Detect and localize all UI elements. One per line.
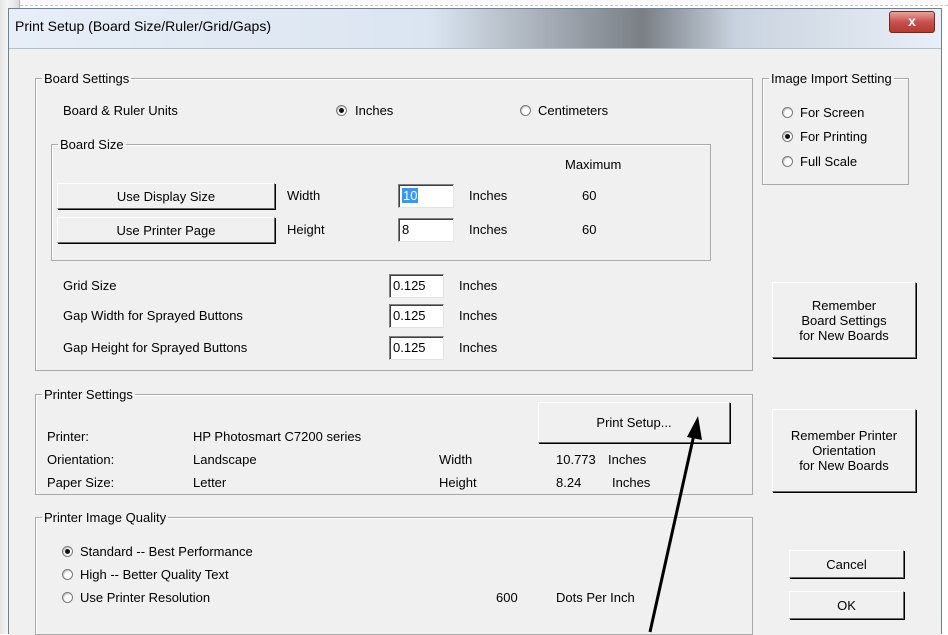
import-for-printing-label[interactable]: For Printing [800, 129, 867, 144]
orientation-value: Landscape [193, 452, 257, 467]
paper-size-label: Paper Size: [47, 475, 115, 490]
image-import-legend: Image Import Setting [771, 71, 892, 86]
width-max: 60 [582, 188, 597, 203]
grid-size-label: Grid Size [63, 278, 117, 293]
dpi-value: 600 [496, 590, 518, 605]
paper-size-value: Letter [193, 475, 227, 490]
paper-width-value: 10.773 [556, 452, 596, 467]
import-for-screen-radio[interactable] [782, 107, 793, 118]
quality-standard-label[interactable]: Standard -- Best Performance [80, 544, 253, 559]
paper-width-label: Width [439, 452, 473, 467]
height-unit: Inches [469, 222, 508, 237]
width-label: Width [287, 188, 321, 203]
board-width-input[interactable]: 10 [398, 184, 454, 208]
height-max: 60 [582, 222, 597, 237]
ok-button[interactable]: OK [789, 591, 904, 619]
orientation-label: Orientation: [47, 452, 115, 467]
unit-centimeters-radio[interactable] [520, 105, 531, 116]
quality-high-radio[interactable] [62, 569, 73, 580]
paper-height-value: 8.24 [556, 475, 582, 490]
gap-height-input[interactable]: 0.125 [389, 336, 444, 360]
gap-height-label: Gap Height for Sprayed Buttons [63, 340, 248, 355]
grid-size-input[interactable]: 0.125 [389, 274, 444, 298]
printer-settings-legend: Printer Settings [44, 387, 133, 402]
import-full-scale-radio[interactable] [782, 156, 793, 167]
quality-high-label[interactable]: High -- Better Quality Text [80, 567, 229, 582]
maximum-label: Maximum [565, 157, 622, 172]
import-for-printing-radio[interactable] [782, 131, 793, 142]
unit-inches-radio[interactable] [336, 105, 347, 116]
use-display-size-button[interactable]: Use Display Size [57, 183, 275, 209]
cancel-button[interactable]: Cancel [789, 550, 904, 578]
title-bar[interactable]: Print Setup (Board Size/Ruler/Grid/Gaps)… [9, 9, 941, 49]
board-size-legend: Board Size [60, 137, 124, 152]
quality-printer-resolution-radio[interactable] [62, 592, 73, 603]
unit-centimeters-label[interactable]: Centimeters [538, 103, 608, 118]
gap-width-label: Gap Width for Sprayed Buttons [63, 308, 243, 323]
units-label: Board & Ruler Units [63, 103, 178, 118]
quality-standard-radio[interactable] [62, 546, 73, 557]
import-full-scale-label[interactable]: Full Scale [800, 154, 857, 169]
print-setup-button[interactable]: Print Setup... [538, 402, 730, 443]
printer-label: Printer: [47, 429, 89, 444]
height-label: Height [287, 222, 325, 237]
window-title: Print Setup (Board Size/Ruler/Grid/Gaps) [15, 18, 271, 34]
grid-size-unit: Inches [459, 278, 498, 293]
print-setup-dialog: Print Setup (Board Size/Ruler/Grid/Gaps)… [8, 8, 942, 635]
close-icon: x [908, 13, 916, 29]
use-printer-page-button[interactable]: Use Printer Page [57, 217, 275, 243]
close-button[interactable]: x [889, 11, 935, 33]
paper-height-label: Height [439, 475, 477, 490]
quality-printer-resolution-label[interactable]: Use Printer Resolution [80, 590, 210, 605]
paper-height-unit: Inches [612, 475, 651, 490]
import-for-screen-label[interactable]: For Screen [800, 105, 864, 120]
dpi-unit: Dots Per Inch [556, 590, 635, 605]
unit-inches-label[interactable]: Inches [355, 103, 393, 118]
gap-width-input[interactable]: 0.125 [389, 304, 444, 328]
board-height-input[interactable]: 8 [398, 218, 454, 242]
remember-board-settings-button[interactable]: Remember Board Settings for New Boards [772, 282, 916, 358]
paper-width-unit: Inches [608, 452, 647, 467]
board-width-value: 10 [402, 188, 419, 203]
board-settings-legend: Board Settings [44, 71, 130, 86]
width-unit: Inches [469, 188, 508, 203]
remember-printer-orientation-button[interactable]: Remember Printer Orientation for New Boa… [772, 409, 916, 492]
dialog-client-area: Board Settings Board & Ruler Units Inche… [9, 50, 941, 635]
background-edge-top [0, 0, 948, 6]
gap-height-unit: Inches [459, 340, 498, 355]
printer-value: HP Photosmart C7200 series [193, 429, 362, 444]
gap-width-unit: Inches [459, 308, 498, 323]
image-quality-legend: Printer Image Quality [44, 510, 167, 525]
